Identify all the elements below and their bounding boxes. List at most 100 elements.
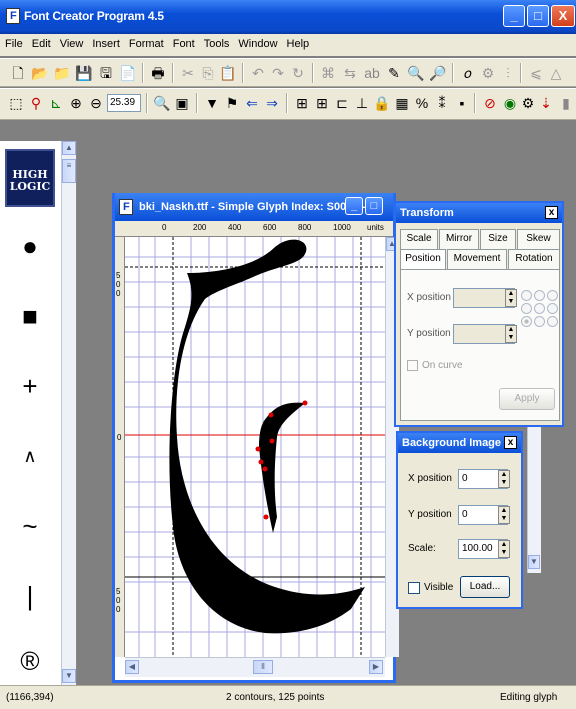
- mapping-icon[interactable]: ⇆: [340, 63, 360, 83]
- tab-rotation[interactable]: Rotation: [508, 249, 560, 269]
- glyph-minimize-button[interactable]: _: [345, 197, 363, 215]
- pen-icon[interactable]: ✎: [384, 63, 404, 83]
- registered-tool[interactable]: ®: [8, 631, 52, 691]
- anchor-radio[interactable]: [534, 316, 545, 327]
- export-icon[interactable]: 📄: [118, 63, 138, 83]
- visible-checkbox[interactable]: [408, 582, 420, 594]
- bar-tool[interactable]: |: [8, 566, 52, 626]
- bg-x-spinner[interactable]: ▲ ▼: [498, 470, 510, 488]
- compare-icon[interactable]: ⩽: [526, 63, 546, 83]
- lock-icon[interactable]: 🔒: [372, 93, 392, 113]
- frame-icon[interactable]: ⊏: [332, 93, 352, 113]
- box-icon[interactable]: ▪: [452, 93, 472, 113]
- nodes-icon[interactable]: ⁑: [432, 93, 452, 113]
- metrics-icon[interactable]: ⫶: [498, 63, 518, 83]
- caret-tool[interactable]: ∧: [8, 426, 52, 486]
- menu-tools[interactable]: Tools: [199, 34, 234, 50]
- fit-icon[interactable]: ▣: [172, 93, 192, 113]
- background-close-icon[interactable]: x: [504, 436, 517, 449]
- zoom-out-icon[interactable]: ⊖: [86, 93, 106, 113]
- tab-scale[interactable]: Scale: [400, 229, 438, 249]
- on-curve-checkbox[interactable]: [407, 360, 418, 371]
- tab-mirror[interactable]: Mirror: [439, 229, 479, 249]
- x-spinner[interactable]: ▲ ▼: [505, 289, 517, 307]
- anchor-radio[interactable]: [521, 290, 532, 301]
- grid-icon[interactable]: ⊾: [46, 93, 66, 113]
- menu-window[interactable]: Window: [233, 34, 281, 50]
- options-icon[interactable]: ⚙: [478, 63, 498, 83]
- spell-icon[interactable]: ab: [362, 63, 382, 83]
- glyph-maximize-button[interactable]: □: [365, 197, 383, 215]
- menu-font[interactable]: Font: [168, 34, 199, 50]
- scroll-up-icon[interactable]: ▲: [62, 141, 76, 155]
- panel-scrollbar[interactable]: ▼: [527, 427, 541, 573]
- menu-format[interactable]: Format: [124, 34, 168, 50]
- paste-icon[interactable]: 📋: [218, 63, 238, 83]
- more-icon[interactable]: ▮: [556, 93, 576, 113]
- glyph-canvas[interactable]: [125, 237, 387, 657]
- triangle-icon[interactable]: △: [546, 63, 566, 83]
- arrow-right-icon[interactable]: ⇒: [262, 93, 282, 113]
- close-button[interactable]: X: [551, 5, 575, 27]
- stop-icon[interactable]: ⊘: [480, 93, 500, 113]
- arrow-left-icon[interactable]: ⇐: [242, 93, 262, 113]
- scroll-down-icon[interactable]: ▼: [528, 555, 540, 569]
- tilde-tool[interactable]: ~: [8, 496, 52, 556]
- undo-icon[interactable]: ↶: [248, 63, 268, 83]
- menu-help[interactable]: Help: [282, 34, 314, 50]
- circle-tool[interactable]: ●: [8, 216, 52, 276]
- redo-icon[interactable]: ↷: [268, 63, 288, 83]
- anchor-radio[interactable]: [547, 290, 558, 301]
- plus-tool[interactable]: +: [8, 356, 52, 416]
- gear-icon[interactable]: ⚙: [518, 93, 538, 113]
- menu-view[interactable]: View: [55, 34, 88, 50]
- zoom-in-icon[interactable]: ⊕: [66, 93, 86, 113]
- anchor-radio[interactable]: [547, 303, 558, 314]
- scroll-down-icon[interactable]: ▼: [62, 669, 76, 683]
- tool-scrollbar[interactable]: ▲ ≡ ▼: [61, 141, 76, 685]
- anchor-radio[interactable]: [547, 316, 558, 327]
- cut-icon[interactable]: ✂: [178, 63, 198, 83]
- italic-pen-icon[interactable]: 𝑜: [458, 63, 478, 83]
- glyph-hscroll[interactable]: ◀ ⦀ ▶: [125, 657, 385, 677]
- grid-view-icon[interactable]: ⊞: [312, 93, 332, 113]
- bg-scale-spinner[interactable]: ▲ ▼: [498, 540, 510, 558]
- percent-icon[interactable]: %: [412, 93, 432, 113]
- tab-movement[interactable]: Movement: [447, 249, 507, 269]
- zoom-input[interactable]: 25.39: [107, 94, 141, 112]
- scroll-right-icon[interactable]: ▶: [369, 660, 383, 674]
- print-icon[interactable]: 🖶: [148, 63, 168, 83]
- apply-button[interactable]: Apply: [499, 388, 555, 410]
- save-icon[interactable]: 💾: [74, 63, 94, 83]
- glyph-icon[interactable]: ⌘: [318, 63, 338, 83]
- new-icon[interactable]: 🗋: [8, 63, 28, 83]
- refresh-icon[interactable]: ↻: [288, 63, 308, 83]
- tab-skew[interactable]: Skew: [517, 229, 560, 249]
- load-button[interactable]: Load...: [460, 576, 510, 598]
- menu-file[interactable]: File: [0, 34, 27, 50]
- menu-insert[interactable]: Insert: [87, 34, 124, 50]
- square-tool[interactable]: ■: [8, 286, 52, 346]
- anchor-radio[interactable]: [534, 290, 545, 301]
- table-icon[interactable]: ⊞: [292, 93, 312, 113]
- align-icon[interactable]: ⊥: [352, 93, 372, 113]
- globe-icon[interactable]: ◉: [500, 93, 520, 113]
- flag-icon[interactable]: ⚑: [222, 93, 242, 113]
- anchor-radio[interactable]: [534, 303, 545, 314]
- menu-edit[interactable]: Edit: [27, 34, 55, 50]
- select-icon[interactable]: ⬚: [6, 93, 26, 113]
- open-icon[interactable]: 📂: [30, 63, 50, 83]
- scroll-left-icon[interactable]: ◀: [125, 660, 139, 674]
- bg-y-spinner[interactable]: ▲ ▼: [498, 506, 510, 524]
- scroll-thumb[interactable]: ≡: [62, 159, 76, 183]
- open-folder-icon[interactable]: 📁: [52, 63, 72, 83]
- find-icon[interactable]: 🔎: [428, 63, 448, 83]
- hatch-icon[interactable]: ▦: [392, 93, 412, 113]
- anchor-radio[interactable]: [521, 303, 532, 314]
- triangle-tool-icon[interactable]: ▼: [202, 93, 222, 113]
- save-all-icon[interactable]: 🖫: [96, 63, 116, 83]
- maximize-button[interactable]: □: [527, 5, 549, 27]
- tab-size[interactable]: Size: [480, 229, 516, 249]
- hscroll-thumb[interactable]: ⦀: [253, 660, 273, 674]
- anchor-radio-selected[interactable]: [521, 316, 532, 327]
